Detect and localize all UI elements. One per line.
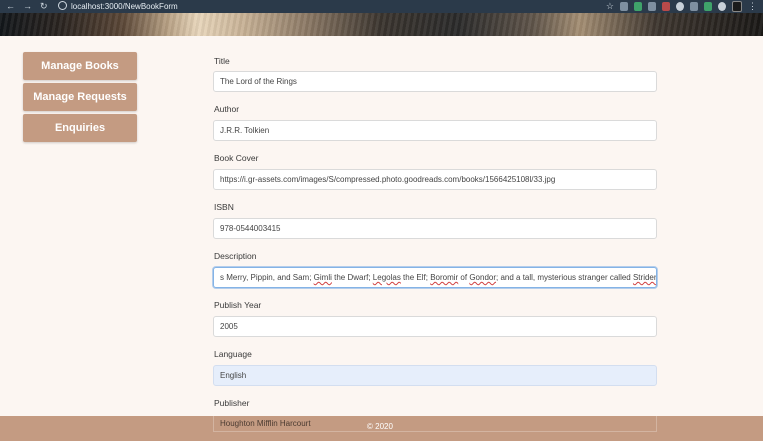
address-text: localhost:3000/NewBookForm xyxy=(71,2,178,11)
description-text: the Dwarf; xyxy=(331,273,373,282)
extension-icon[interactable] xyxy=(634,2,642,11)
book-cover-label: Book Cover xyxy=(214,153,259,163)
description-label: Description xyxy=(214,251,257,261)
extension-icon[interactable] xyxy=(662,2,670,11)
back-icon[interactable]: ← xyxy=(6,1,15,12)
isbn-input[interactable]: 978-0544003415 xyxy=(213,218,657,239)
publisher-label: Publisher xyxy=(214,398,250,408)
title-input[interactable]: The Lord of the Rings xyxy=(213,71,657,92)
manage-books-button[interactable]: Manage Books xyxy=(23,52,137,80)
extension-icon[interactable] xyxy=(620,2,628,11)
description-text: of xyxy=(458,273,470,282)
author-label: Author xyxy=(214,104,240,114)
extension-icon[interactable] xyxy=(690,2,698,11)
description-text: s Merry, Pippin, and Sam; xyxy=(220,273,314,282)
extension-icon[interactable] xyxy=(648,2,656,11)
title-label: Title xyxy=(214,56,230,66)
info-icon[interactable] xyxy=(58,1,67,10)
description-text: ; and a tall, mysterious stranger called xyxy=(496,273,633,282)
header-banner-image xyxy=(0,13,763,36)
publisher-input[interactable]: Houghton Mifflin Harcourt xyxy=(213,416,657,432)
forward-icon[interactable]: → xyxy=(23,1,32,12)
manage-requests-button[interactable]: Manage Requests xyxy=(23,83,137,111)
profile-avatar[interactable] xyxy=(732,1,742,12)
extension-icon[interactable] xyxy=(718,2,726,11)
language-input[interactable]: English xyxy=(213,365,657,386)
description-text: . xyxy=(656,273,657,282)
publish-year-label: Publish Year xyxy=(214,300,262,310)
language-label: Language xyxy=(214,349,252,359)
spellcheck-word: Boromir xyxy=(430,273,459,282)
browser-nav: ← → ↻ xyxy=(6,1,48,12)
spellcheck-word: Strider xyxy=(632,273,657,282)
copyright-text: © 2020 xyxy=(367,422,393,431)
spellcheck-word: Gimli xyxy=(313,273,332,282)
spellcheck-word: Gondor xyxy=(469,273,497,282)
isbn-label: ISBN xyxy=(214,202,234,212)
extension-icon[interactable] xyxy=(676,2,684,11)
description-text: the Elf; xyxy=(400,273,431,282)
enquiries-button[interactable]: Enquiries xyxy=(23,114,137,142)
book-cover-input[interactable]: https://i.gr-assets.com/images/S/compres… xyxy=(213,169,657,190)
star-icon[interactable]: ☆ xyxy=(606,1,614,12)
description-input[interactable]: s Merry, Pippin, and Sam; Gimli the Dwar… xyxy=(213,267,657,288)
extension-icon[interactable] xyxy=(704,2,712,11)
publish-year-input[interactable]: 2005 xyxy=(213,316,657,337)
menu-icon[interactable]: ⋮ xyxy=(748,1,757,12)
browser-toolbar: ← → ↻ localhost:3000/NewBookForm ☆ ⋮ xyxy=(0,0,763,13)
spellcheck-word: Legolas xyxy=(372,273,401,282)
browser-extensions: ☆ ⋮ xyxy=(606,1,757,12)
footer: Houghton Mifflin Harcourt © 2020 xyxy=(0,416,763,441)
reload-icon[interactable]: ↻ xyxy=(40,1,48,12)
author-input[interactable]: J.R.R. Tolkien xyxy=(213,120,657,141)
address-bar[interactable]: localhost:3000/NewBookForm xyxy=(58,1,178,12)
